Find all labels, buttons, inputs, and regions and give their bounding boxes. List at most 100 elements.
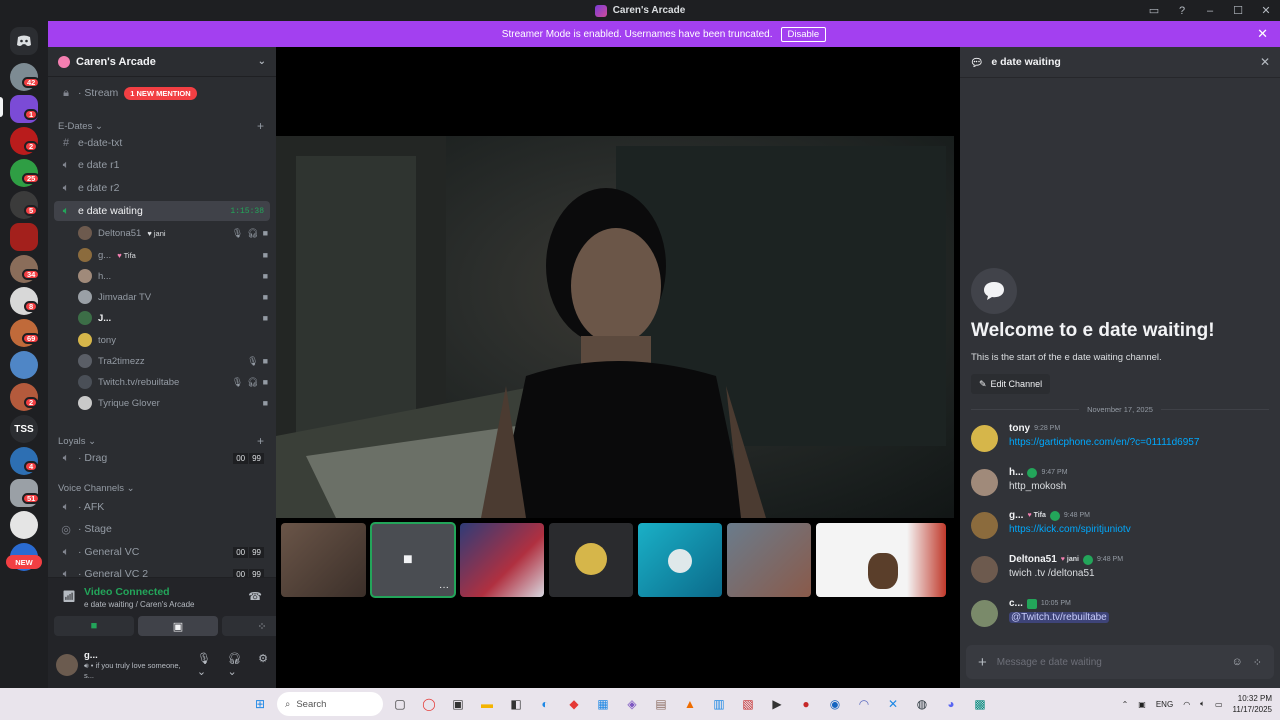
close-window-button[interactable]: ✕ <box>1252 0 1280 21</box>
disable-streamer-mode-button[interactable]: Disable <box>780 26 827 42</box>
add-channel-icon[interactable]: + <box>257 434 264 448</box>
minimize-button[interactable]: – <box>1196 0 1224 21</box>
avatar[interactable] <box>971 512 998 539</box>
task-view-icon[interactable]: ▢ <box>388 692 412 716</box>
voice-user[interactable]: h... ■ <box>78 266 268 286</box>
new-servers-badge[interactable]: NEW <box>6 555 42 569</box>
participant-tile[interactable] <box>460 523 544 597</box>
taskbar-search[interactable]: ⌕ Search <box>277 692 383 716</box>
microphone-icon[interactable]: 🎙︎⌄ <box>197 652 220 678</box>
avatar[interactable] <box>971 556 998 583</box>
avatar[interactable] <box>56 653 78 676</box>
discord-home-icon[interactable] <box>10 27 38 55</box>
settings-gear-icon[interactable]: ⚙︎ <box>258 652 268 678</box>
category-voice-channels[interactable]: Voice Channels ⌄ <box>58 483 264 494</box>
app-icon[interactable]: ▤ <box>649 692 673 716</box>
screen-share-button[interactable]: ▣ <box>138 616 218 636</box>
participant-tile[interactable] <box>816 523 946 597</box>
more-options-icon[interactable]: ··· <box>439 582 449 593</box>
discord-taskbar-icon[interactable]: ◕ <box>939 692 963 716</box>
participant-tile-selected[interactable]: ■ ··· <box>370 522 456 598</box>
message-author[interactable]: c... <box>1009 598 1023 609</box>
channel-drag[interactable]: 🔈︎ · Drag 00 99 <box>54 448 270 468</box>
server-icon[interactable] <box>10 351 38 379</box>
participant-tile[interactable] <box>638 523 722 597</box>
message-author[interactable]: Deltona51 <box>1009 554 1057 565</box>
chat-message[interactable]: c... 10:05 PM @Twitch.tv/rebuiltabe <box>971 598 1269 638</box>
app-icon[interactable]: ▦ <box>591 692 615 716</box>
app-icon[interactable]: ◆ <box>562 692 586 716</box>
channel-e-date-txt[interactable]: # e-date-txt <box>54 133 270 153</box>
clock[interactable]: 10:32 PM 11/17/2025 <box>1233 693 1272 715</box>
chat-message[interactable]: tony 9:28 PM https://garticphone.com/en/?… <box>971 423 1269 463</box>
start-icon[interactable]: ⊞ <box>248 692 272 716</box>
avatar[interactable] <box>971 425 998 452</box>
message-author[interactable]: g... <box>1009 510 1023 521</box>
app-icon[interactable]: ◧ <box>504 692 528 716</box>
close-banner-icon[interactable]: ✕ <box>1257 26 1268 42</box>
edge-icon[interactable]: ◐ <box>533 692 557 716</box>
voice-location[interactable]: e date waiting / Caren's Arcade <box>84 600 194 609</box>
voice-user[interactable]: Tra2timezz 🎙︎ ■ <box>78 351 268 371</box>
apps-icon[interactable]: ⁘ <box>1253 656 1262 669</box>
emoji-icon[interactable]: ☺ <box>1232 656 1243 669</box>
participant-tile[interactable] <box>727 523 811 597</box>
message-author[interactable]: tony <box>1009 423 1030 434</box>
chat-message[interactable]: Deltona51 ♥ jani 9:48 PM twich .tv /delton… <box>971 554 1269 594</box>
voice-user[interactable]: tony <box>78 330 268 350</box>
channel-stage[interactable]: ◎ · Stage <box>54 519 270 539</box>
message-link[interactable]: https://garticphone.com/en/?c=01111d6957 <box>1009 437 1199 448</box>
signal-icon[interactable]: 📶︎ <box>62 590 76 603</box>
voice-user[interactable]: J... ■ <box>78 308 268 328</box>
headset-icon[interactable]: 🎧︎⌄ <box>228 652 251 678</box>
camera-toggle-button[interactable]: ■ <box>54 616 134 636</box>
category-loyals[interactable]: Loyals ⌄ + <box>58 434 264 448</box>
app-icon[interactable]: ◈ <box>620 692 644 716</box>
channel-e-date-r1[interactable]: 🔈︎ e date r1 <box>54 155 270 175</box>
message-author[interactable]: h... <box>1009 467 1023 478</box>
channel-e-date-r2[interactable]: 🔈︎ e date r2 <box>54 178 270 198</box>
help-icon[interactable]: ? <box>1168 0 1196 21</box>
edit-channel-button[interactable]: ✎ Edit Channel <box>971 374 1051 394</box>
file-explorer-icon[interactable]: ▬ <box>475 692 499 716</box>
activities-button[interactable]: ⁘ <box>222 616 276 636</box>
volume-icon[interactable]: 🔈︎ <box>1200 699 1205 709</box>
inbox-icon[interactable]: ▭ <box>1140 0 1168 21</box>
category-edates[interactable]: E-Dates ⌄ + <box>58 119 264 133</box>
chat-message[interactable]: g... ♥ Tifa 9:48 PM https://kick.com/spiri… <box>971 510 1269 550</box>
add-attachment-icon[interactable]: + <box>978 654 987 671</box>
headset-app-icon[interactable]: ◠ <box>852 692 876 716</box>
voice-user[interactable]: Deltona51 ♥ jani 🎙︎ 🎧︎ ■ <box>78 223 268 243</box>
focused-video-stream[interactable] <box>276 136 954 518</box>
wifi-icon[interactable]: ◠ <box>1183 700 1190 709</box>
channel-afk[interactable]: 🔈︎ · AFK <box>54 497 270 517</box>
avatar[interactable] <box>971 600 998 627</box>
voice-user[interactable]: Tyrique Glover ■ <box>78 393 268 413</box>
close-chat-icon[interactable]: ✕ <box>1260 55 1270 69</box>
server-header[interactable]: Caren's Arcade ⌄ <box>48 47 276 77</box>
server-tss[interactable]: TSS <box>10 415 38 443</box>
message-mention[interactable]: @Twitch.tv/rebuiltabe <box>1009 612 1109 623</box>
server-icon[interactable] <box>10 511 38 539</box>
voice-user[interactable]: Twitch.tv/rebuiltabe 🎙︎ 🎧︎ ■ <box>78 372 268 392</box>
record-icon[interactable]: ● <box>794 692 818 716</box>
language-indicator[interactable]: ENG <box>1156 700 1173 709</box>
chat-message[interactable]: h... 9:47 PM http_mokosh <box>971 467 1269 507</box>
maximize-button[interactable]: ☐ <box>1224 0 1252 21</box>
channel-general-vc[interactable]: 🔈︎ · General VC 00 99 <box>54 542 270 562</box>
app-icon[interactable]: ▧ <box>736 692 760 716</box>
voice-user[interactable]: Jimvadar TV ■ <box>78 287 268 307</box>
app-icon[interactable]: ▣ <box>446 692 470 716</box>
avatar[interactable] <box>971 469 998 496</box>
user-name[interactable]: g... <box>84 650 191 661</box>
battery-icon[interactable]: ▭ <box>1215 700 1223 709</box>
vlc-icon[interactable]: ▲ <box>678 692 702 716</box>
voice-user[interactable]: g... ♥ Tifa ■ <box>78 245 268 265</box>
tray-app-icon[interactable]: ▣ <box>1138 700 1146 709</box>
app-icon[interactable]: ▥ <box>707 692 731 716</box>
participant-tile[interactable] <box>549 523 633 597</box>
chevron-up-icon[interactable]: ⌃ <box>1122 700 1129 709</box>
app-icon[interactable]: ✕ <box>881 692 905 716</box>
channel-stream[interactable]: 🔒︎ · Stream 1 NEW MENTION <box>54 83 270 103</box>
message-composer[interactable]: + Message e date waiting ☺ ⁘ <box>966 645 1274 679</box>
